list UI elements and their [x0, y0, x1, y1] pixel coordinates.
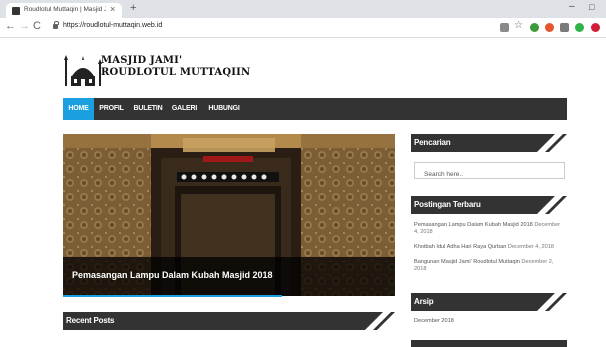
translate-icon[interactable] [500, 23, 509, 32]
archive-header: Arsip [411, 293, 567, 311]
site-title-line1: MASJID JAMI' [101, 55, 183, 66]
latest-posts-heading: Postingan Terbaru [414, 200, 481, 209]
forward-icon[interactable]: → [19, 20, 30, 32]
recent-posts-header: Recent Posts [63, 312, 395, 330]
latest-post-item[interactable]: Bangunan Masjid Jami' Roudlotul Muttaqin… [414, 259, 566, 273]
latest-posts-header: Postingan Terbaru [411, 196, 567, 214]
browser-toolbar: ← → C https://roudlotul-muttaqin.web.id … [0, 18, 606, 38]
new-tab-button[interactable]: + [130, 2, 136, 14]
site-title[interactable]: MASJID JAMI' ROUDLOTUL MUTTAQIIN [101, 55, 250, 79]
post-title[interactable]: Bangunan Masjid Jami' Roudlotul Muttaqin [414, 259, 520, 265]
post-date: December 4, 2018 [507, 244, 554, 250]
reload-icon[interactable]: C [33, 20, 41, 32]
extension-icon[interactable] [575, 23, 584, 32]
menu-item-home[interactable]: HOME [63, 98, 94, 120]
sidebar-next-header [411, 340, 567, 347]
header-stripe-icon [537, 293, 567, 311]
browser-tab-bar: Roudlotul Muttaqin | Masjid Jam... × + –… [0, 0, 606, 18]
extension-icon[interactable] [530, 23, 539, 32]
slider-progress-bar [63, 295, 283, 297]
post-title[interactable]: Khotbah Idul Adha Hari Raya Qurban [414, 244, 506, 250]
latest-post-item[interactable]: Pemasangan Lampu Dalam Kubah Masjid 2018… [414, 222, 566, 236]
latest-post-item[interactable]: Khotbah Idul Adha Hari Raya Qurban Decem… [414, 244, 566, 251]
extension-icon[interactable] [591, 23, 600, 32]
slider-caption: Pemasangan Lampu Dalam Kubah Masjid 2018 [63, 257, 395, 296]
menu-item-buletin[interactable]: BULETIN [131, 98, 165, 120]
back-icon[interactable]: ← [5, 20, 16, 32]
menu-item-hubungi[interactable]: HUBUNGI [204, 98, 244, 120]
address-bar[interactable]: https://roudlotul-muttaqin.web.id [63, 22, 162, 29]
featured-slider[interactable]: Pemasangan Lampu Dalam Kubah Masjid 2018 [63, 134, 395, 296]
menu-item-galeri[interactable]: GALERI [169, 98, 200, 120]
lock-icon [53, 21, 59, 29]
post-title[interactable]: Pemasangan Lampu Dalam Kubah Masjid 2018 [414, 222, 533, 228]
header-stripe-icon [537, 134, 567, 152]
favicon-icon [12, 7, 20, 15]
menu-item-profil[interactable]: PROFIL [97, 98, 126, 120]
slider-caption-text[interactable]: Pemasangan Lampu Dalam Kubah Masjid 2018 [72, 270, 273, 280]
bookmark-star-icon[interactable]: ☆ [514, 20, 523, 31]
header-stripe-icon [365, 312, 395, 330]
extension-icon[interactable] [560, 23, 569, 32]
archive-item[interactable]: December 2018 [414, 318, 454, 324]
site-title-line2: ROUDLOTUL MUTTAQIIN [101, 67, 251, 78]
header-stripe-icon [537, 196, 567, 214]
search-field[interactable] [414, 162, 565, 182]
close-tab-icon[interactable]: × [110, 4, 115, 14]
recent-posts-heading: Recent Posts [66, 316, 115, 325]
mosque-logo-icon[interactable] [63, 54, 103, 88]
browser-tab[interactable]: Roudlotul Muttaqin | Masjid Jam... × [6, 3, 122, 18]
search-header: Pencarian [411, 134, 567, 152]
tab-title: Roudlotul Muttaqin | Masjid Jam... [24, 6, 106, 13]
maximize-icon[interactable]: □ [589, 2, 594, 12]
main-menu: HOME PROFIL BULETIN GALERI HUBUNGI [63, 98, 567, 120]
web-page: MASJID JAMI' ROUDLOTUL MUTTAQIIN HOME PR… [0, 38, 606, 347]
minimize-icon[interactable]: – [569, 1, 575, 12]
search-heading: Pencarian [414, 138, 451, 147]
extension-icon[interactable] [545, 23, 554, 32]
search-input[interactable] [415, 167, 564, 182]
archive-heading: Arsip [414, 297, 434, 306]
